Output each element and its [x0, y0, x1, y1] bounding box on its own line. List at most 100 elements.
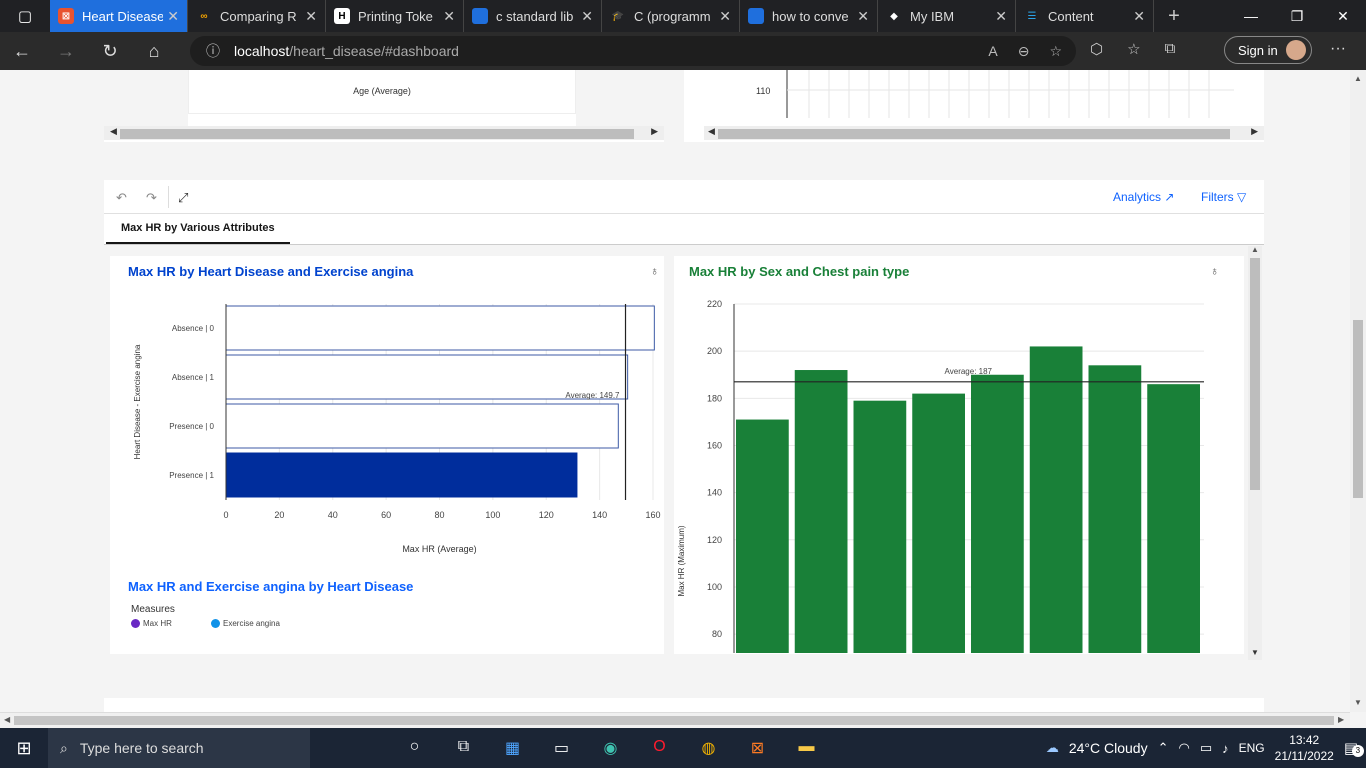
scroll-left-icon[interactable]: ◀: [110, 126, 117, 137]
close-icon[interactable]: ✕: [719, 8, 731, 25]
tab-how-to-convert[interactable]: how to conve ✕: [740, 0, 878, 32]
scroll-thumb[interactable]: [14, 716, 1334, 725]
scroll-down-icon[interactable]: ▼: [1354, 698, 1362, 707]
notification-badge: 3: [1351, 745, 1364, 757]
windows-start-icon[interactable]: ⊞: [0, 738, 48, 759]
tab-title: Content: [1048, 8, 1094, 24]
widget-vertical-scrollbar[interactable]: ▲ ▼: [1248, 245, 1262, 660]
close-icon[interactable]: ✕: [305, 8, 317, 25]
filters-button[interactable]: Filters ▽: [1201, 190, 1246, 204]
scroll-thumb[interactable]: [1250, 258, 1260, 490]
page-horizontal-scrollbar[interactable]: ◀ ▶: [0, 712, 1350, 728]
hashnode-icon: H: [334, 8, 350, 24]
scroll-up-icon[interactable]: ▲: [1251, 245, 1259, 254]
tab-max-hr[interactable]: Max HR by Various Attributes: [106, 214, 290, 244]
network-icon[interactable]: ◠: [1178, 740, 1189, 756]
tab-heart-disease[interactable]: ⊠ Heart Disease ✕: [50, 0, 188, 32]
close-icon[interactable]: ✕: [995, 8, 1007, 25]
extensions-icon[interactable]: ⬡: [1090, 40, 1103, 58]
battery-icon[interactable]: ▭: [1200, 740, 1212, 756]
tab-label: Max HR by Various Attributes: [121, 222, 275, 234]
refresh-icon[interactable]: ↻: [88, 41, 132, 62]
redo-icon[interactable]: ↷: [146, 190, 157, 206]
cortana-icon[interactable]: ○: [390, 738, 439, 758]
new-tab-icon[interactable]: +: [1154, 5, 1194, 28]
close-icon[interactable]: ✕: [167, 8, 179, 25]
chrome-icon[interactable]: ◍: [684, 738, 733, 758]
close-icon[interactable]: ✕: [581, 8, 593, 25]
tab-my-ibm[interactable]: ◆ My IBM ✕: [878, 0, 1016, 32]
bar: [225, 305, 655, 351]
url-field[interactable]: ⓘ localhost/heart_disease/#dashboard A ⊖…: [190, 36, 1076, 66]
close-icon[interactable]: ✕: [857, 8, 869, 25]
task-view-icon[interactable]: ⧉: [439, 738, 488, 758]
taskbar-search[interactable]: ⌕ Type here to search: [48, 728, 310, 768]
file-explorer-icon[interactable]: ▬: [782, 738, 831, 758]
horizontal-scrollbar[interactable]: ◀ ▶: [104, 126, 664, 140]
page-vertical-scrollbar[interactable]: ▲ ▼: [1350, 70, 1366, 712]
info-icon[interactable]: ⓘ: [206, 41, 220, 61]
home-icon[interactable]: ⌂: [132, 41, 176, 62]
clock[interactable]: 13:42 21/11/2022: [1275, 732, 1334, 764]
y-tick-label: Presence | 1: [169, 471, 214, 480]
close-icon[interactable]: ✕: [1133, 8, 1145, 25]
tab-printing[interactable]: H Printing Toke ✕: [326, 0, 464, 32]
store-icon[interactable]: ▦: [488, 738, 537, 758]
restore-icon[interactable]: ❐: [1274, 8, 1320, 25]
legend-swatch: [211, 619, 220, 628]
insight-bulb-icon[interactable]: ♁: [650, 264, 659, 278]
insight-bulb-icon[interactable]: ♁: [1210, 264, 1219, 278]
volume-icon[interactable]: ♪: [1222, 741, 1229, 756]
y-tick-label: 180: [707, 393, 722, 403]
notification-icon[interactable]: ▤ 3: [1344, 739, 1364, 757]
scroll-down-icon[interactable]: ▼: [1251, 648, 1259, 657]
filters-label: Filters: [1201, 190, 1234, 204]
scroll-up-icon[interactable]: ▲: [1354, 74, 1362, 83]
read-aloud-icon[interactable]: A: [988, 43, 997, 60]
scroll-left-icon[interactable]: ◀: [4, 715, 10, 724]
zoom-icon[interactable]: ⊖: [1018, 43, 1030, 60]
scroll-right-icon[interactable]: ▶: [1338, 715, 1344, 724]
close-icon[interactable]: ✕: [443, 8, 455, 25]
tab-comparing[interactable]: ∞ Comparing R ✕: [188, 0, 326, 32]
scroll-right-icon[interactable]: ▶: [1251, 126, 1258, 137]
xampp-taskbar-icon[interactable]: ⊠: [733, 738, 782, 758]
sign-in-button[interactable]: Sign in: [1224, 36, 1312, 64]
top-right-panel: 110 ◀ ▶: [684, 70, 1264, 142]
tab-content[interactable]: ☰ Content ✕: [1016, 0, 1154, 32]
tab-actions-icon[interactable]: ▢: [0, 0, 50, 32]
scroll-thumb[interactable]: [120, 129, 634, 139]
opera-icon[interactable]: O: [635, 738, 684, 758]
address-bar-row: ← → ↻ ⌂ ⓘ localhost/heart_disease/#dashb…: [0, 32, 1366, 70]
graduation-cap-icon: 🎓: [611, 10, 625, 22]
minimize-icon[interactable]: —: [1228, 8, 1274, 25]
favorites-icon[interactable]: ☆: [1127, 40, 1140, 58]
expand-icon[interactable]: ⤢: [178, 190, 188, 206]
edge-icon[interactable]: ◉: [586, 738, 635, 758]
tab-c-standard[interactable]: c standard lib ✕: [464, 0, 602, 32]
chart3-title: Max HR and Exercise angina by Heart Dise…: [128, 579, 414, 594]
scroll-right-icon[interactable]: ▶: [651, 126, 658, 137]
weather-text[interactable]: 24°C Cloudy: [1069, 740, 1148, 756]
undo-icon[interactable]: ↶: [116, 190, 127, 206]
language-indicator[interactable]: ENG: [1239, 741, 1265, 755]
collections-icon[interactable]: ⧉: [1165, 40, 1176, 58]
weather-icon[interactable]: ☁: [1046, 740, 1059, 756]
chart-area: Max HR by Heart Disease and Exercise ang…: [104, 245, 1264, 660]
scroll-thumb[interactable]: [718, 129, 1230, 139]
back-icon[interactable]: ←: [0, 41, 44, 62]
horizontal-scrollbar[interactable]: ◀ ▶: [704, 126, 1264, 140]
scroll-thumb[interactable]: [1353, 320, 1363, 498]
window-close-icon[interactable]: ✕: [1320, 8, 1366, 25]
y-tick-label: 200: [707, 346, 722, 356]
url-path: /heart_disease/#dashboard: [289, 43, 459, 59]
analytics-button[interactable]: Analytics ↗: [1113, 190, 1174, 204]
forward-icon[interactable]: →: [44, 41, 88, 62]
y-tick-label: 140: [707, 488, 722, 498]
scroll-left-icon[interactable]: ◀: [708, 126, 715, 137]
tab-c-programming[interactable]: 🎓 C (programm ✕: [602, 0, 740, 32]
tray-chevron-icon[interactable]: ⌃: [1158, 740, 1169, 756]
terminal-icon[interactable]: ▭: [537, 738, 586, 758]
add-favorite-icon[interactable]: ☆: [1049, 43, 1062, 60]
more-menu-icon[interactable]: ···: [1330, 40, 1346, 58]
